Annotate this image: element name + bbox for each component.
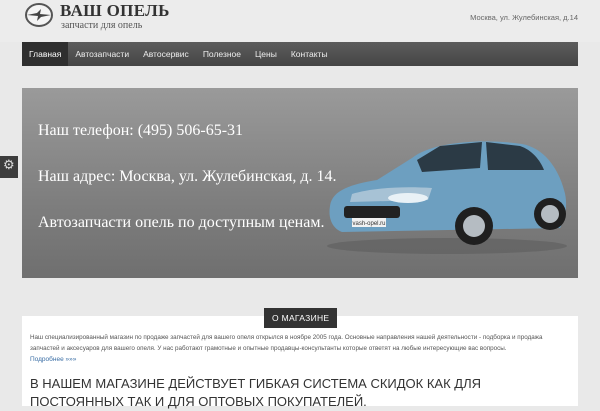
main-nav: Главная Автозапчасти Автосервис Полезное… — [22, 42, 578, 66]
nav-item-parts[interactable]: Автозапчасти — [68, 42, 136, 66]
about-section: Наш специализированный магазин по продаж… — [22, 316, 578, 409]
logo-subtitle: запчасти для опель — [61, 20, 143, 31]
about-headline: В нашем магазине действует гибкая систем… — [30, 376, 481, 409]
car-image: vash-opel.ru — [327, 141, 567, 254]
section-label-about: О МАГАЗИНЕ — [264, 308, 338, 328]
header-address: Москва, ул. Жулебинская, д.14 — [470, 13, 578, 22]
more-link[interactable]: Подробнее »»» — [30, 356, 76, 363]
nav-item-contacts[interactable]: Контакты — [284, 42, 335, 66]
hero-slogan: Автозапчасти опель по доступным ценам. — [38, 214, 325, 231]
gear-icon[interactable]: ⚙ — [3, 157, 15, 173]
site-header: ВАШ ОПЕЛЬ запчасти для опель Москва, ул.… — [0, 0, 600, 42]
hero-banner: Наш телефон: (495) 506-65-31 Наш адрес: … — [22, 88, 578, 278]
nav-item-home[interactable]: Главная — [22, 42, 69, 66]
hero-address: Наш адрес: Москва, ул. Жулебинская, д. 1… — [38, 168, 337, 185]
nav-item-service[interactable]: Автосервис — [136, 42, 196, 66]
nav-item-prices[interactable]: Цены — [248, 42, 284, 66]
hero-phone: Наш телефон: (495) 506-65-31 — [38, 122, 244, 139]
opel-logo-icon[interactable] — [24, 2, 54, 28]
about-text: Наш специализированный магазин по продаж… — [30, 334, 543, 352]
nav-item-useful[interactable]: Полезное — [196, 42, 248, 66]
settings-tab[interactable]: ⚙ — [0, 156, 18, 178]
logo-title[interactable]: ВАШ ОПЕЛЬ — [60, 1, 170, 21]
car-plate-text: vash-opel.ru — [352, 221, 385, 227]
